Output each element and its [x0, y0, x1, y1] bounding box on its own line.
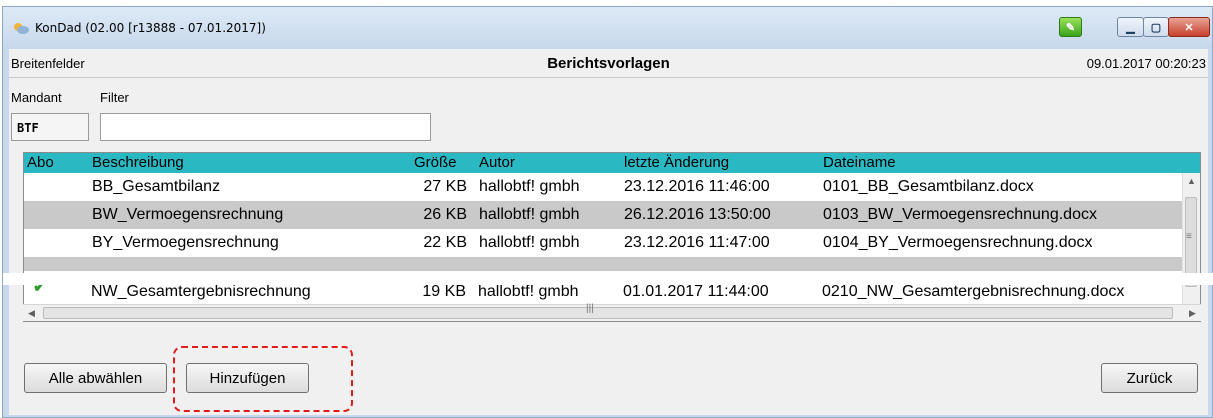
- table-row[interactable]: BY_Vermoegensrechnung 22 KB hallobtf! gm…: [24, 229, 1183, 257]
- close-button[interactable]: ✕: [1168, 17, 1210, 37]
- vertical-scrollbar[interactable]: ▲ ≡: [1182, 173, 1200, 321]
- cell-groesse: 22 KB: [423, 234, 467, 251]
- back-button[interactable]: Zurück: [1101, 363, 1198, 393]
- filter-label: Filter: [100, 90, 129, 105]
- page-title: Berichtsvorlagen: [547, 55, 670, 72]
- column-header-beschreibung[interactable]: Beschreibung: [92, 154, 184, 171]
- mandant-field[interactable]: BTF: [11, 113, 89, 141]
- maximize-icon: ▢: [1150, 21, 1162, 34]
- cell-beschreibung: NW_Gesamtergebnisrechnung: [91, 285, 311, 300]
- cell-dateiname: 0103_BW_Vermoegensrechnung.docx: [823, 206, 1097, 223]
- edit-icon: ✎: [1065, 21, 1076, 34]
- cell-autor: hallobtf! gmbh: [479, 234, 580, 251]
- cell-autor: hallobtf! gmbh: [479, 206, 580, 223]
- table-row-partial[interactable]: ✔ NW_Gesamtergebnisrechnung 19 KB hallob…: [23, 285, 1182, 303]
- scroll-right-icon[interactable]: ▶: [1184, 305, 1201, 322]
- deselect-all-button[interactable]: Alle abwählen: [24, 363, 167, 393]
- header-bar: Breitenfelder Berichtsvorlagen 09.01.201…: [9, 49, 1208, 78]
- cell-aenderung: 23.12.2016 11:46:00: [624, 178, 770, 195]
- table-header: Abo Beschreibung Größe Autor letzte Ände…: [24, 153, 1200, 173]
- cell-beschreibung: BY_Vermoegensrechnung: [92, 234, 279, 251]
- cell-dateiname: 0210_NW_Gesamtergebnisrechnung.docx: [822, 285, 1125, 300]
- mandant-label: Mandant: [11, 90, 62, 105]
- horizontal-scrollbar[interactable]: ◀ ||| ▶: [23, 303, 1201, 322]
- maximize-button[interactable]: ▢: [1143, 17, 1169, 37]
- datetime-label: 09.01.2017 00:20:23: [1086, 56, 1206, 71]
- window-title: KonDad (02.00 [r13888 - 07.01.2017]): [35, 21, 266, 35]
- column-header-autor[interactable]: Autor: [479, 154, 515, 171]
- table-row[interactable]: BB_Gesamtbilanz 27 KB hallobtf! gmbh 23.…: [24, 173, 1183, 201]
- table-row[interactable]: [24, 257, 1183, 271]
- add-button[interactable]: Hinzufügen: [186, 363, 309, 393]
- cell-groesse: 19 KB: [422, 285, 466, 300]
- column-header-aenderung[interactable]: letzte Änderung: [624, 154, 729, 171]
- cell-beschreibung: BW_Vermoegensrechnung: [92, 206, 284, 223]
- scroll-up-icon[interactable]: ▲: [1183, 173, 1200, 190]
- grip-icon: ≡: [1186, 231, 1192, 242]
- grip-icon: |||: [586, 303, 594, 314]
- minimize-button[interactable]: ▁: [1117, 17, 1144, 37]
- scroll-left-icon[interactable]: ◀: [23, 305, 40, 322]
- cell-aenderung: 26.12.2016 13:50:00: [624, 206, 771, 223]
- cell-dateiname: 0101_BB_Gesamtbilanz.docx: [823, 178, 1034, 195]
- cell-dateiname: 0104_BY_Vermoegensrechnung.docx: [823, 234, 1093, 251]
- horizontal-scroll-thumb[interactable]: [43, 307, 1173, 319]
- cell-autor: hallobtf! gmbh: [478, 285, 579, 300]
- table-row[interactable]: BW_Vermoegensrechnung 26 KB hallobtf! gm…: [24, 201, 1183, 229]
- column-header-groesse[interactable]: Größe: [414, 154, 457, 171]
- cell-beschreibung: BB_Gesamtbilanz: [92, 178, 221, 195]
- client-area: Breitenfelder Berichtsvorlagen 09.01.201…: [3, 49, 1213, 415]
- column-header-abo[interactable]: Abo: [27, 154, 54, 171]
- cell-aenderung: 01.01.2017 11:44:00: [623, 285, 769, 300]
- app-window: KonDad (02.00 [r13888 - 07.01.2017]) ✎ ▁…: [2, 6, 1213, 418]
- edit-icon-button[interactable]: ✎: [1059, 17, 1082, 37]
- filter-input[interactable]: [100, 113, 431, 141]
- column-header-dateiname[interactable]: Dateiname: [823, 154, 896, 171]
- screenshot-gap: [3, 273, 1213, 285]
- cell-groesse: 26 KB: [423, 206, 467, 223]
- checkmark-icon: ✔: [33, 285, 47, 296]
- cell-groesse: 27 KB: [423, 178, 467, 195]
- cell-autor: hallobtf! gmbh: [479, 178, 580, 195]
- close-icon: ✕: [1184, 21, 1194, 34]
- title-bar[interactable]: KonDad (02.00 [r13888 - 07.01.2017]) ✎ ▁…: [3, 7, 1212, 49]
- cell-aenderung: 23.12.2016 11:47:00: [624, 234, 770, 251]
- minimize-icon: ▁: [1126, 21, 1135, 34]
- sun-app-icon: [14, 23, 29, 34]
